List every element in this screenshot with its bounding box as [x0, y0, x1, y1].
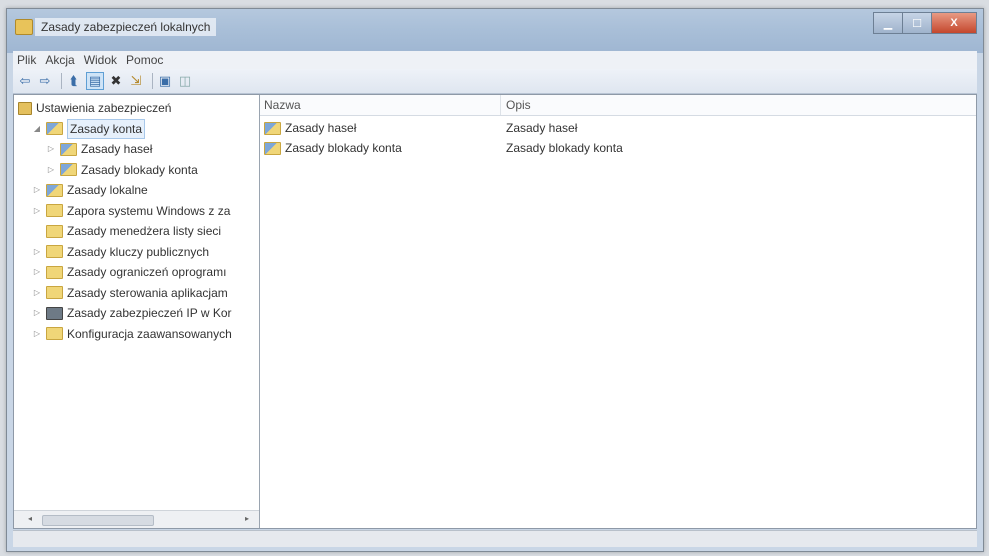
list-item[interactable]: Zasady blokady konta Zasady blokady konta: [260, 139, 976, 157]
scroll-left-arrow-icon[interactable]: ◂: [28, 514, 32, 523]
show-tree-icon[interactable]: ▤: [86, 72, 104, 90]
security-settings-icon: [18, 101, 32, 115]
list-header: Nazwa Opis: [260, 95, 976, 116]
toolbar: ⇦ ⇨ ⮬ ▤ ✖ ⇲ ▣ ◫: [13, 69, 977, 94]
tree-horizontal-scrollbar[interactable]: ◂ ▸: [14, 510, 259, 528]
tree-expander-icon[interactable]: ▷: [46, 140, 56, 158]
forward-arrow-icon[interactable]: ⇨: [37, 73, 53, 89]
menu-widok[interactable]: Widok: [84, 53, 117, 67]
column-header-name[interactable]: Nazwa: [260, 95, 501, 115]
tree-item-label: Zasady menedżera listy sieci: [67, 224, 222, 238]
tree-item-label: Zasady zabezpieczeń IP w Kor: [67, 306, 232, 320]
tree-item[interactable]: ▷ Zasady ograniczeń oprogramı: [32, 263, 227, 281]
delete-icon[interactable]: ✖: [108, 73, 124, 89]
folder-icon: [46, 204, 63, 217]
folder-icon: [46, 286, 63, 299]
tree-expander-icon[interactable]: ▷: [32, 284, 42, 302]
export-list-icon[interactable]: ⇲: [128, 73, 144, 89]
tree-expander-icon[interactable]: ▷: [32, 263, 42, 281]
tree-item[interactable]: ▷ Zasady blokady konta: [46, 161, 198, 179]
tree-expander-icon[interactable]: ▷: [32, 181, 42, 199]
tree-expander-icon[interactable]: ▷: [32, 202, 42, 220]
folder-icon: [46, 224, 63, 238]
policy-folder-icon: [46, 122, 63, 135]
list-item-description: Zasady haseł: [506, 121, 578, 135]
minimize-button[interactable]: ▁: [873, 12, 903, 34]
close-button[interactable]: X: [931, 12, 977, 34]
list-item-name: Zasady haseł: [264, 119, 356, 137]
app-window: Zasady zabezpieczeń lokalnych ▁ ☐ X Plik…: [6, 8, 984, 552]
folder-icon: [46, 265, 63, 279]
tree-item-label: Zasady haseł: [81, 142, 153, 156]
list-item-name-text: Zasady blokady konta: [285, 141, 402, 155]
tree-item-label: Zasady ograniczeń oprogramı: [67, 265, 227, 279]
menu-pomoc[interactable]: Pomoc: [126, 53, 163, 67]
tree-item[interactable]: Ustawienia zabezpieczeń: [18, 99, 171, 117]
tree-item[interactable]: Zasady menedżera listy sieci: [32, 222, 221, 240]
tree-item[interactable]: ▷ Zasady haseł: [46, 140, 152, 158]
menu-bar: Plik Akcja Widok Pomoc: [13, 51, 977, 69]
properties-icon[interactable]: ▣: [157, 73, 173, 89]
toolbar-separator: [61, 73, 62, 89]
tree-item-label: Zasady blokady konta: [81, 162, 198, 177]
tree-item[interactable]: ▷ Zasady kluczy publicznych: [32, 243, 209, 261]
scroll-thumb[interactable]: [42, 515, 154, 526]
list-item-description: Zasady blokady konta: [506, 141, 623, 155]
scroll-right-arrow-icon[interactable]: ▸: [245, 514, 249, 523]
tree-item-label: Zapora systemu Windows z za: [67, 203, 231, 218]
title-bar[interactable]: Zasady zabezpieczeń lokalnych ▁ ☐ X: [7, 9, 983, 53]
window-title: Zasady zabezpieczeń lokalnych: [35, 18, 217, 36]
tree-expander-icon[interactable]: ▷: [32, 325, 42, 343]
network-policy-icon: [46, 306, 63, 320]
tree-item[interactable]: ▷ Zasady sterowania aplikacjam: [32, 284, 228, 302]
tree-item-label: Zasady lokalne: [67, 183, 148, 197]
tree-item[interactable]: ▷ Konfiguracja zaawansowanych: [32, 325, 232, 343]
tree-item-label: Konfiguracja zaawansowanych: [67, 326, 232, 341]
tree-item-label: Zasady konta: [67, 118, 146, 139]
status-bar: [13, 530, 977, 547]
policy-folder-icon: [264, 121, 281, 135]
policy-folder-icon: [264, 141, 281, 155]
list-item-name-text: Zasady haseł: [285, 121, 357, 135]
menu-plik[interactable]: Plik: [17, 53, 36, 67]
tree-expander-icon[interactable]: ◢: [32, 120, 42, 138]
tree-item-label: Zasady kluczy publicznych: [67, 244, 210, 259]
security-settings-icon: [15, 19, 33, 35]
tree-expander-icon[interactable]: ▷: [32, 243, 42, 261]
column-header-description[interactable]: Opis: [502, 95, 531, 115]
tree-item-label: Zasady sterowania aplikacjam: [67, 285, 228, 300]
list-item-name: Zasady blokady konta: [264, 139, 402, 157]
help-icon[interactable]: ◫: [177, 73, 193, 89]
folder-icon: [46, 245, 63, 258]
toolbar-separator: [152, 73, 153, 89]
up-folder-icon[interactable]: ⮬: [66, 73, 82, 89]
window-controls: ▁ ☐ X: [873, 12, 977, 34]
maximize-button[interactable]: ☐: [902, 12, 932, 34]
console-tree: Ustawienia zabezpieczeń ◢ Zasady konta ▷ Zas…: [14, 95, 260, 528]
menu-akcja[interactable]: Akcja: [45, 53, 74, 67]
back-arrow-icon[interactable]: ⇦: [17, 73, 33, 89]
policy-folder-icon: [46, 183, 63, 197]
tree-item[interactable]: ▷ Zapora systemu Windows z za: [32, 202, 230, 220]
tree-item-label: Ustawienia zabezpieczeń: [36, 101, 172, 115]
tree-expander-icon[interactable]: ▷: [46, 161, 56, 179]
tree-item[interactable]: ▷ Zasady zabezpieczeń IP w Kor: [32, 304, 232, 322]
policy-folder-icon: [60, 142, 77, 156]
policy-folder-icon: [60, 163, 77, 176]
tree-item[interactable]: ▷ Zasady lokalne: [32, 181, 148, 199]
main-content: Ustawienia zabezpieczeń ◢ Zasady konta ▷ Zas…: [13, 94, 977, 529]
details-pane: Nazwa Opis Zasady haseł Zasady haseł Zasad…: [260, 95, 976, 528]
folder-icon: [46, 327, 63, 340]
list-item[interactable]: Zasady haseł Zasady haseł: [260, 119, 976, 137]
tree-item[interactable]: ◢ Zasady konta: [32, 118, 146, 139]
tree-expander-icon[interactable]: ▷: [32, 304, 42, 322]
